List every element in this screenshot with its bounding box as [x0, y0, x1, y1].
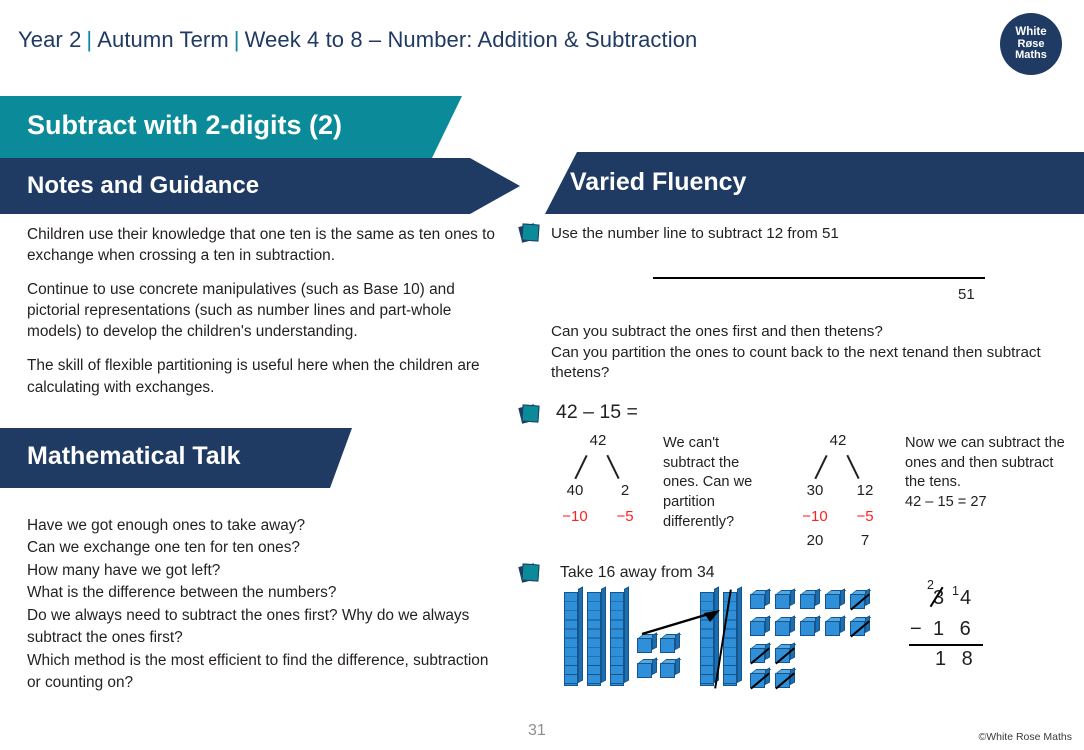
copyright-notice: ©White Rose Maths — [978, 731, 1072, 743]
question-1-followup: Can you subtract the ones first and then… — [551, 322, 1061, 384]
question-bullet-icon — [518, 404, 540, 424]
talk-question: Which method is the most efficient to fi… — [27, 651, 489, 692]
base-ten-one — [750, 594, 765, 609]
talk-question: Can we exchange one ten for ten ones? — [27, 539, 300, 557]
number-line — [653, 277, 985, 279]
pw2-part-right: 12 — [856, 482, 874, 499]
mathematical-talk-title: Mathematical Talk — [27, 442, 241, 470]
followup-line-2: Can you partition the ones to count back… — [551, 343, 1041, 382]
base-ten-one — [775, 594, 790, 609]
mathematical-talk-body: Have we got enough ones to take away? Ca… — [27, 515, 497, 695]
pw1-arm-left — [574, 454, 588, 480]
pw2-subtract-left: −10 — [802, 508, 828, 525]
pw2-part-left: 30 — [806, 482, 824, 499]
varied-fluency-title: Varied Fluency — [570, 168, 747, 196]
talk-question: Do we always need to subtract the ones f… — [27, 606, 470, 647]
base-ten-one — [750, 621, 765, 636]
pw1-part-left: 40 — [566, 482, 584, 499]
bullet-front-square — [521, 404, 540, 423]
talk-question: How many have we got left? — [27, 561, 221, 579]
header-separator-1: | — [86, 27, 93, 52]
page-header: Year 2 | Autumn Term | Week 4 to 8 – Number:… — [0, 0, 1084, 90]
notes-paragraph: Continue to use concrete manipulatives (… — [27, 281, 455, 341]
column-subtraction: 2 3 1 4 − 1 6 1 8 — [905, 578, 1025, 670]
pw2-answer: 42 – 15 = 27 — [905, 494, 987, 511]
talk-question: Have we got enough ones to take away? — [27, 517, 306, 534]
exchange-arrow-icon — [641, 610, 720, 636]
base-ten-one — [660, 663, 675, 678]
header-title: Year 2 | Autumn Term | Week 4 to 8 – Number:… — [18, 27, 697, 53]
pw2-arm-left — [814, 454, 828, 480]
pw2-result-right: 7 — [860, 532, 870, 549]
lesson-title-text: Subtract with 2-digits (2) — [27, 110, 343, 140]
base-ten-one — [800, 594, 815, 609]
minuend-ones-digit: 4 — [960, 587, 972, 609]
pw1-part-right: 2 — [620, 482, 630, 499]
exchanged-one-digit: 1 — [952, 584, 959, 598]
talk-question: What is the difference between the numbe… — [27, 584, 337, 602]
question-bullet-icon — [518, 563, 540, 583]
page-number: 31 — [528, 722, 546, 739]
pw1-arm-right — [606, 454, 620, 480]
base-ten-one — [825, 621, 840, 636]
part-whole-note-1: We can't subtract the ones. Can we parti… — [663, 435, 753, 530]
part-whole-model-2: 42 30 12 −10 −5 20 7 — [788, 432, 898, 549]
header-week: Week 4 to 8 – Number: Addition & Subtrac… — [244, 27, 698, 52]
followup-line-1: Can you subtract the ones first and then… — [551, 323, 883, 340]
number-line-end-label: 51 — [958, 286, 975, 303]
header-separator-2: | — [233, 27, 240, 52]
part-whole-note-2: Now we can subtract the ones and then su… — [905, 434, 1065, 513]
base-ten-blocks-diagram — [560, 588, 870, 693]
pw1-whole: 42 — [589, 432, 607, 449]
base-ten-one — [825, 594, 840, 609]
white-rose-maths-logo: White Røse Maths — [1000, 13, 1062, 75]
pw2-note-text: Now we can subtract the ones and then su… — [905, 435, 1065, 491]
base-ten-rod — [610, 592, 624, 686]
pw1-subtract-left: −10 — [562, 508, 588, 525]
base-ten-one — [775, 621, 790, 636]
question-2-title: 42 – 15 = — [556, 401, 638, 423]
pw2-whole: 42 — [829, 432, 847, 449]
header-term: Autumn Term — [97, 27, 229, 52]
base-ten-one — [660, 638, 675, 653]
base-ten-one — [637, 638, 652, 653]
subtraction-line — [909, 644, 983, 646]
notes-paragraph: Children use their knowledge that one te… — [27, 226, 495, 265]
bullet-front-square — [521, 563, 540, 582]
bullet-front-square — [521, 223, 540, 242]
subtraction-operator: − — [910, 618, 927, 640]
header-year: Year 2 — [18, 27, 82, 52]
base-ten-rod-exchanged — [723, 592, 737, 686]
notes-and-guidance-title: Notes and Guidance — [27, 172, 260, 199]
base-ten-rod — [564, 592, 578, 686]
pw2-result-left: 20 — [806, 532, 824, 549]
base-ten-one — [800, 621, 815, 636]
subtraction-answer: 1 8 — [935, 648, 978, 670]
question-3-prompt: Take 16 away from 34 — [560, 564, 715, 581]
subtrahend: 1 6 — [933, 618, 976, 640]
base-ten-rod — [700, 592, 714, 686]
base-ten-one — [637, 663, 652, 678]
question-1-prompt: Use the number line to subtract 12 from … — [551, 225, 839, 242]
part-whole-model-1: 42 40 2 −10 −5 — [548, 432, 658, 542]
pw2-arm-right — [846, 454, 860, 480]
question-bullet-icon — [518, 223, 540, 243]
pw2-subtract-right: −5 — [856, 508, 874, 525]
logo-line-1: White — [1015, 25, 1047, 38]
notes-paragraph: The skill of flexible partitioning is us… — [27, 357, 480, 396]
pw1-subtract-right: −5 — [616, 508, 634, 525]
notes-and-guidance-body: Children use their knowledge that one te… — [27, 224, 495, 411]
base-ten-rod — [587, 592, 601, 686]
logo-line-3: Maths — [1015, 48, 1047, 61]
